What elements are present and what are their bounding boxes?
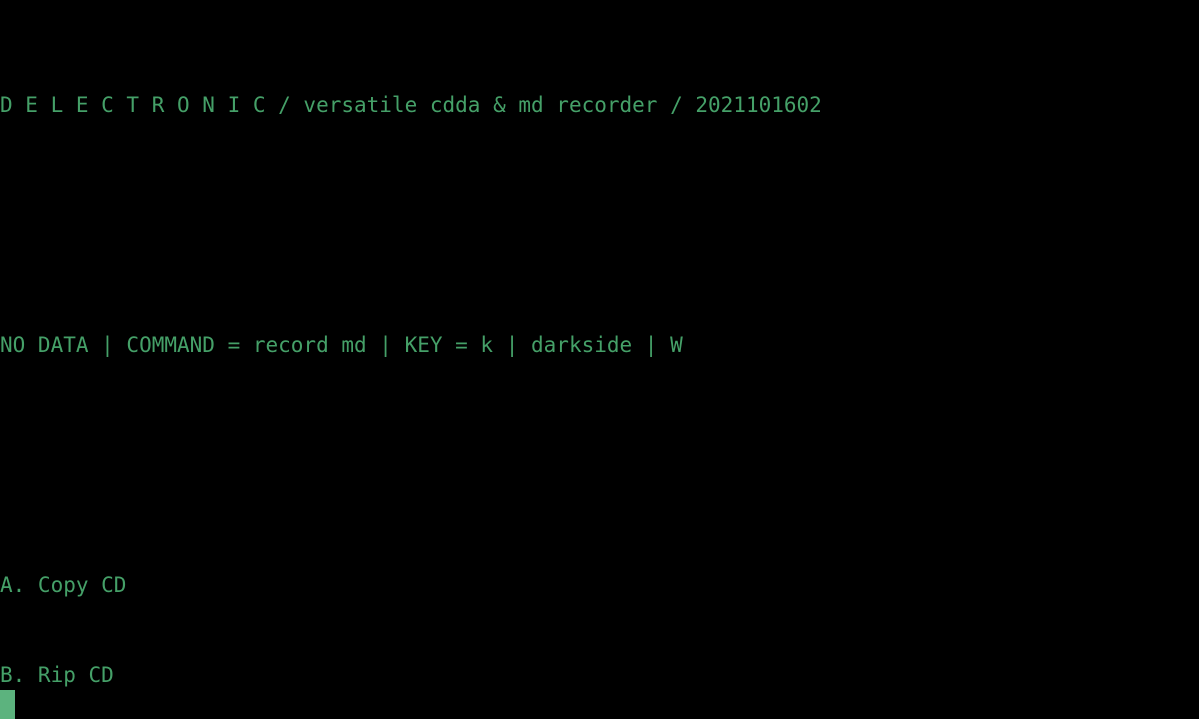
menu-item-b[interactable]: B. Rip CD xyxy=(0,660,822,690)
terminal-cursor xyxy=(0,690,15,719)
terminal-screen[interactable]: D E L E C T R O N I C / versatile cdda &… xyxy=(0,0,1199,719)
menu-item-a[interactable]: A. Copy CD xyxy=(0,570,822,600)
spacer-line-1 xyxy=(0,210,822,240)
terminal-output: D E L E C T R O N I C / versatile cdda &… xyxy=(0,0,822,719)
app-title-line: D E L E C T R O N I C / versatile cdda &… xyxy=(0,93,822,117)
spacer-line-2 xyxy=(0,450,822,480)
status-line: NO DATA | COMMAND = record md | KEY = k … xyxy=(0,333,683,357)
